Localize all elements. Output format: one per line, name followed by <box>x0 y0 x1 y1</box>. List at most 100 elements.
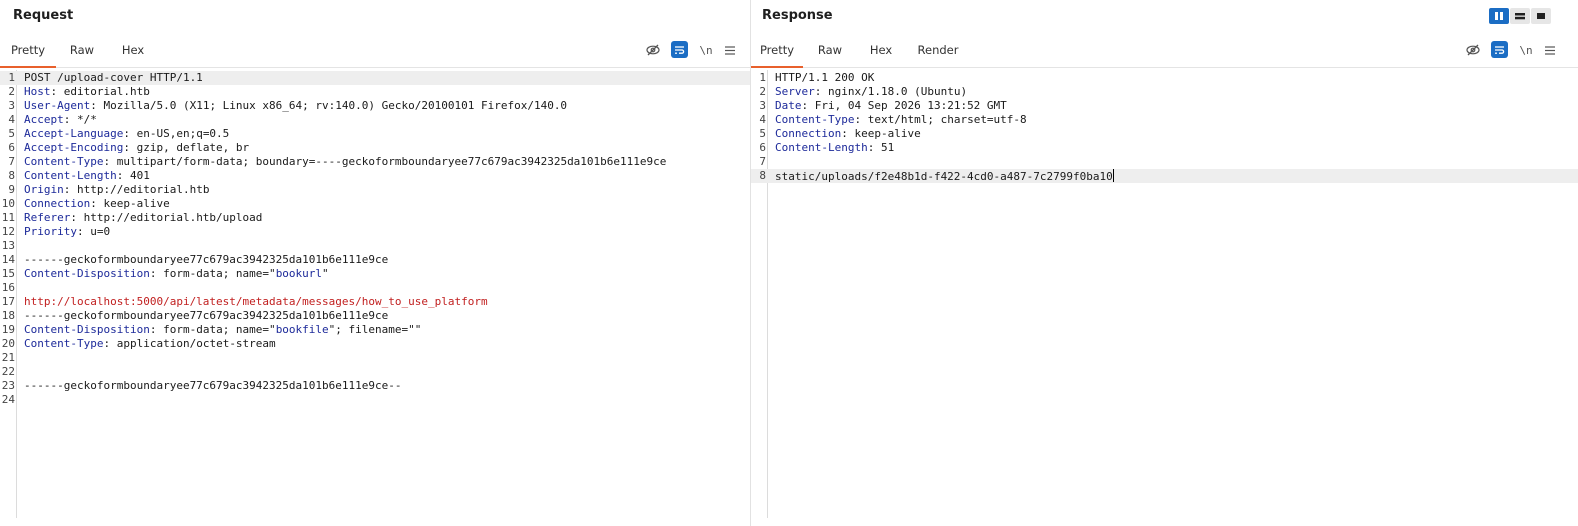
code-line[interactable]: 3 Date: Fri, 04 Sep 2026 13:21:52 GMT <box>751 99 1578 113</box>
line-content: Content-Disposition: form-data; name="bo… <box>24 323 750 337</box>
request-tab-raw[interactable]: Raw <box>58 34 106 67</box>
code-line[interactable]: 24 <box>0 393 750 407</box>
header-value: : en-US,en;q=0.5 <box>123 127 230 140</box>
code-line[interactable]: 15 Content-Disposition: form-data; name="… <box>0 267 750 281</box>
line-number: 15 <box>1 267 15 280</box>
line-content: Server: nginx/1.18.0 (Ubuntu) <box>775 85 1578 99</box>
eye-slash-icon[interactable] <box>644 41 662 59</box>
wrap-lines-icon[interactable] <box>671 41 688 58</box>
newline-toggle-button[interactable]: \n <box>1517 41 1535 59</box>
code-line[interactable]: 10 Connection: keep-alive <box>0 197 750 211</box>
line-number: 20 <box>1 337 15 350</box>
response-tab-pretty[interactable]: Pretty <box>751 34 803 68</box>
eye-slash-icon[interactable] <box>1464 41 1482 59</box>
single-pane-icon[interactable] <box>1531 8 1551 24</box>
code-line[interactable]: 2 Server: nginx/1.18.0 (Ubuntu) <box>751 85 1578 99</box>
code-line[interactable]: 5 Connection: keep-alive <box>751 127 1578 141</box>
wrap-lines-icon[interactable] <box>1491 41 1508 58</box>
response-toolbar: \n <box>1464 41 1564 61</box>
response-editor[interactable]: 1 HTTP/1.1 200 OK 2 Server: nginx/1.18.0 (U… <box>751 70 1578 518</box>
header-value: static/uploads/f2e48b1d-f422-4cd0-a487-7… <box>775 170 1113 183</box>
code-line[interactable]: 2 Host: editorial.htb <box>0 85 750 99</box>
line-number: 17 <box>1 295 15 308</box>
response-tab-raw[interactable]: Raw <box>809 34 851 67</box>
code-line[interactable]: 20 Content-Type: application/octet-stream <box>0 337 750 351</box>
code-line[interactable]: 19 Content-Disposition: form-data; name="… <box>0 323 750 337</box>
code-line[interactable]: 17 http://localhost:5000/api/latest/metad… <box>0 295 750 309</box>
code-line[interactable]: 7 Content-Type: multipart/form-data; boun… <box>0 155 750 169</box>
header-name: Accept-Encoding <box>24 141 124 154</box>
line-number: 11 <box>1 211 15 224</box>
line-number: 16 <box>1 281 15 294</box>
hamburger-menu-icon[interactable] <box>721 41 739 59</box>
code-line[interactable]: 11 Referer: http://editorial.htb/upload <box>0 211 750 225</box>
code-line[interactable]: 3 User-Agent: Mozilla/5.0 (X11; Linux x86… <box>0 99 750 113</box>
newline-toggle-button[interactable]: \n <box>697 41 715 59</box>
header-value: : http://editorial.htb/upload <box>70 211 263 224</box>
line-content: Connection: keep-alive <box>775 127 1578 141</box>
line-number: 5 <box>8 127 15 140</box>
header-value: : 51 <box>867 141 895 154</box>
line-content: Date: Fri, 04 Sep 2026 13:21:52 GMT <box>775 99 1578 113</box>
layout-toggle <box>1489 8 1551 24</box>
code-line[interactable]: 21 <box>0 351 750 365</box>
line-content: Content-Type: application/octet-stream <box>24 337 750 351</box>
code-line[interactable]: 9 Origin: http://editorial.htb <box>0 183 750 197</box>
header-value: : gzip, deflate, br <box>123 141 250 154</box>
code-line[interactable]: 16 <box>0 281 750 295</box>
param-tail: "; filename="" <box>328 323 422 336</box>
code-line[interactable]: 5 Accept-Language: en-US,en;q=0.5 <box>0 127 750 141</box>
code-line[interactable]: 1 HTTP/1.1 200 OK <box>751 71 1578 85</box>
header-value: : Mozilla/5.0 (X11; Linux x86_64; rv:140… <box>90 99 568 112</box>
line-number: 8 <box>759 169 766 182</box>
header-value: : Fri, 04 Sep 2026 13:21:52 GMT <box>801 99 1007 112</box>
request-tab-hex[interactable]: Hex <box>110 34 156 67</box>
header-name: Content-Type <box>24 337 104 350</box>
code-line[interactable]: 13 <box>0 239 750 253</box>
code-line[interactable]: 1 POST /upload-cover HTTP/1.1 <box>0 71 750 85</box>
line-content: Accept: */* <box>24 113 750 127</box>
line-content: Accept-Encoding: gzip, deflate, br <box>24 141 750 155</box>
response-tab-render[interactable]: Render <box>911 34 965 67</box>
code-line[interactable]: 18 ------geckoformboundaryee77c679ac39423… <box>0 309 750 323</box>
line-number: 18 <box>1 309 15 322</box>
line-content: Content-Disposition: form-data; name="bo… <box>24 267 750 281</box>
header-value: : application/octet-stream <box>103 337 276 350</box>
code-line[interactable]: 6 Accept-Encoding: gzip, deflate, br <box>0 141 750 155</box>
line-number: 7 <box>759 155 766 168</box>
request-tab-pretty[interactable]: Pretty <box>0 34 56 68</box>
header-value: ------geckoformboundaryee77c679ac3942325… <box>24 309 389 322</box>
param-name: bookurl <box>275 267 323 280</box>
param-tail: " <box>322 267 329 280</box>
line-number: 21 <box>1 351 15 364</box>
header-name: Content-Disposition <box>24 323 150 336</box>
code-line[interactable]: 4 Accept: */* <box>0 113 750 127</box>
request-tab-bar: Pretty Raw Hex \n <box>0 34 750 68</box>
code-line[interactable]: 22 <box>0 365 750 379</box>
line-number: 5 <box>759 127 766 140</box>
side-by-side-icon[interactable] <box>1489 8 1509 24</box>
line-content: Connection: keep-alive <box>24 197 750 211</box>
code-line[interactable]: 4 Content-Type: text/html; charset=utf-8 <box>751 113 1578 127</box>
line-number: 22 <box>1 365 15 378</box>
hamburger-menu-icon[interactable] <box>1541 41 1559 59</box>
request-editor[interactable]: 1 POST /upload-cover HTTP/1.1 2 Host: edito… <box>0 70 750 518</box>
response-tab-hex[interactable]: Hex <box>859 34 903 67</box>
header-value: : nginx/1.18.0 (Ubuntu) <box>814 85 968 98</box>
line-number: 10 <box>1 197 15 210</box>
header-value: : editorial.htb <box>50 85 150 98</box>
code-line[interactable]: 6 Content-Length: 51 <box>751 141 1578 155</box>
code-line[interactable]: 23 ------geckoformboundaryee77c679ac39423… <box>0 379 750 393</box>
code-line[interactable]: 7 <box>751 155 1578 169</box>
request-toolbar: \n <box>644 41 744 61</box>
line-number: 4 <box>8 113 15 126</box>
header-name: Origin <box>24 183 64 196</box>
code-line[interactable]: 8 Content-Length: 401 <box>0 169 750 183</box>
code-line[interactable]: 8 static/uploads/f2e48b1d-f422-4cd0-a487-… <box>751 169 1578 183</box>
code-line[interactable]: 14 ------geckoformboundaryee77c679ac39423… <box>0 253 750 267</box>
code-line[interactable]: 12 Priority: u=0 <box>0 225 750 239</box>
line-number: 2 <box>8 85 15 98</box>
line-content: ------geckoformboundaryee77c679ac3942325… <box>24 253 750 267</box>
stacked-icon[interactable] <box>1510 8 1530 24</box>
line-number: 12 <box>1 225 15 238</box>
